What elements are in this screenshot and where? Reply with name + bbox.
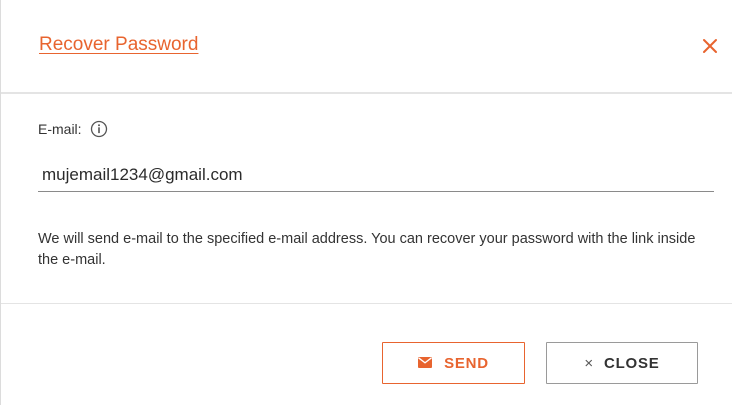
dialog-header: Recover Password	[1, 0, 732, 92]
footer-divider	[1, 303, 732, 304]
email-label-row: E-mail:	[38, 119, 108, 139]
dialog-title[interactable]: Recover Password	[39, 34, 198, 56]
close-button[interactable]: × CLOSE	[546, 342, 698, 384]
close-button-icon: ×	[584, 354, 594, 372]
email-field[interactable]	[38, 158, 714, 192]
info-icon[interactable]	[90, 120, 108, 138]
envelope-icon	[418, 355, 433, 372]
recover-password-dialog: Recover Password E-mail: We will send e-…	[0, 0, 732, 405]
header-divider	[1, 92, 732, 94]
send-button[interactable]: SEND	[382, 342, 525, 384]
recovery-info-text: We will send e-mail to the specified e-m…	[38, 231, 696, 268]
send-button-label: SEND	[444, 354, 489, 372]
email-label: E-mail:	[38, 121, 82, 137]
close-icon[interactable]	[698, 34, 722, 58]
close-button-label: CLOSE	[603, 354, 660, 372]
